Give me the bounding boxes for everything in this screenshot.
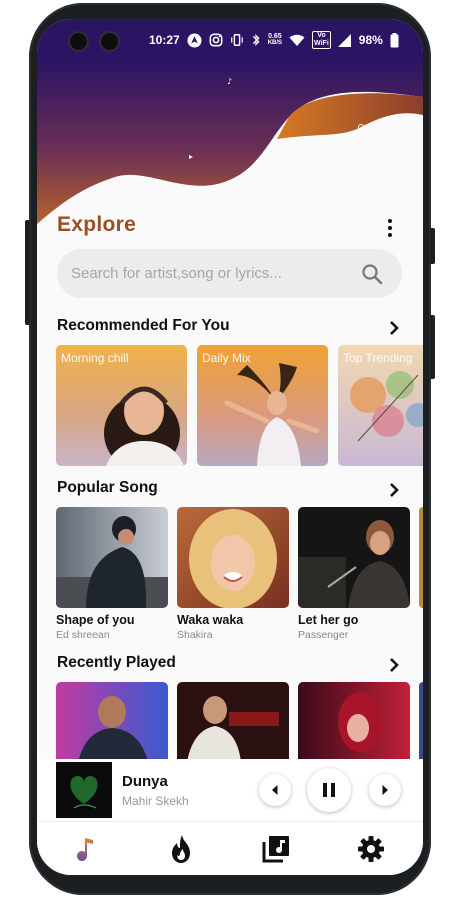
- search-input[interactable]: [71, 249, 351, 298]
- previous-icon: [272, 785, 278, 795]
- power-button: [430, 228, 435, 264]
- nav-library[interactable]: [259, 832, 293, 866]
- front-camera-secondary: [99, 31, 120, 52]
- navigation-arrow-icon: [187, 32, 202, 48]
- vowifi-badge-top: Vo: [317, 32, 326, 39]
- song-artist: Passenger: [298, 629, 349, 641]
- nav-trending[interactable]: [164, 832, 198, 866]
- volume-button: [25, 220, 30, 325]
- recommended-title: Recommended For You: [57, 317, 230, 334]
- now-playing-artist: Mahir Skekh: [122, 794, 189, 808]
- instagram-icon: [209, 33, 223, 47]
- now-playing-title: Dunya: [122, 773, 168, 790]
- recommended-card-label: Daily Mix: [202, 351, 251, 365]
- recent-card-partial[interactable]: [419, 682, 423, 762]
- popular-song-card-partial[interactable]: [419, 507, 423, 608]
- music-note-icon: [77, 838, 93, 861]
- song-title: Let her go: [298, 613, 359, 627]
- nav-settings[interactable]: [354, 832, 388, 866]
- now-playing-cover: [56, 762, 112, 818]
- network-speed-unit: KB/S: [267, 40, 283, 46]
- recommended-card-top-trending[interactable]: Top Trending: [338, 345, 423, 466]
- popular-song-card[interactable]: [177, 507, 289, 608]
- bottom-navigation: [37, 821, 423, 875]
- pause-button[interactable]: [307, 768, 351, 812]
- header-wave: ♪: [37, 59, 423, 224]
- recent-card[interactable]: [56, 682, 168, 762]
- svg-text:♪: ♪: [227, 77, 232, 86]
- vibrate-icon: [230, 34, 243, 46]
- gear-icon: [358, 836, 384, 862]
- vowifi-badge-bottom: WiFi: [314, 40, 329, 47]
- front-camera: [68, 31, 89, 52]
- pause-icon: [323, 783, 335, 797]
- recent-chevron-right-icon[interactable]: [385, 656, 403, 674]
- recommended-card-label: Morning chill: [61, 351, 129, 365]
- signal-icon: [337, 33, 351, 47]
- nav-music[interactable]: [69, 832, 103, 866]
- library-music-icon: [262, 836, 289, 863]
- power-button-lower: [430, 315, 435, 379]
- next-button[interactable]: [369, 774, 401, 806]
- previous-button[interactable]: [259, 774, 291, 806]
- network-speed: 0.65 KB/S: [267, 33, 283, 46]
- more-options-icon[interactable]: [379, 217, 401, 239]
- recommended-chevron-right-icon[interactable]: [385, 319, 403, 337]
- recently-played-title: Recently Played: [57, 654, 176, 671]
- song-title: Shape of you: [56, 613, 135, 627]
- recent-cover: [56, 682, 168, 762]
- recent-card[interactable]: [177, 682, 289, 762]
- search-icon[interactable]: [360, 262, 384, 286]
- song-title: Waka waka: [177, 613, 244, 627]
- status-time: 10:27: [149, 33, 180, 47]
- search-bar: [57, 249, 402, 298]
- song-artist: Shakira: [177, 629, 213, 641]
- let-her-go-cover: [298, 507, 410, 608]
- battery-percent: 98%: [358, 33, 383, 47]
- popular-song-card[interactable]: [56, 507, 168, 608]
- song-artist: Ed shreean: [56, 629, 110, 641]
- shape-of-you-cover: [56, 507, 168, 608]
- flame-icon: [172, 835, 190, 863]
- popular-song-title: Popular Song: [57, 479, 158, 496]
- bluetooth-icon: [252, 34, 260, 46]
- mini-player[interactable]: Dunya Mahir Skekh: [37, 759, 423, 821]
- status-icons: 10:27 0.65 KB/S Vo WiFi 98%: [149, 31, 399, 49]
- recommended-card-morning-chill[interactable]: Morning chill: [56, 345, 187, 466]
- vowifi-badge: Vo WiFi: [312, 31, 331, 49]
- waka-waka-cover: [177, 507, 289, 608]
- page-title: Explore: [57, 213, 137, 236]
- recent-cover: [298, 682, 410, 762]
- recommended-card-daily-mix[interactable]: Daily Mix: [197, 345, 328, 466]
- recent-cover: [177, 682, 289, 762]
- popular-chevron-right-icon[interactable]: [385, 481, 403, 499]
- battery-icon: [390, 32, 399, 47]
- next-icon: [382, 785, 388, 795]
- wifi-icon: [289, 34, 305, 46]
- recommended-card-label: Top Trending: [343, 351, 413, 365]
- recent-card[interactable]: [298, 682, 410, 762]
- status-bar: 10:27 0.65 KB/S Vo WiFi 98%: [37, 19, 423, 60]
- app-screen: 10:27 0.65 KB/S Vo WiFi 98% ♪ Explore Se…: [37, 19, 423, 875]
- popular-song-card[interactable]: [298, 507, 410, 608]
